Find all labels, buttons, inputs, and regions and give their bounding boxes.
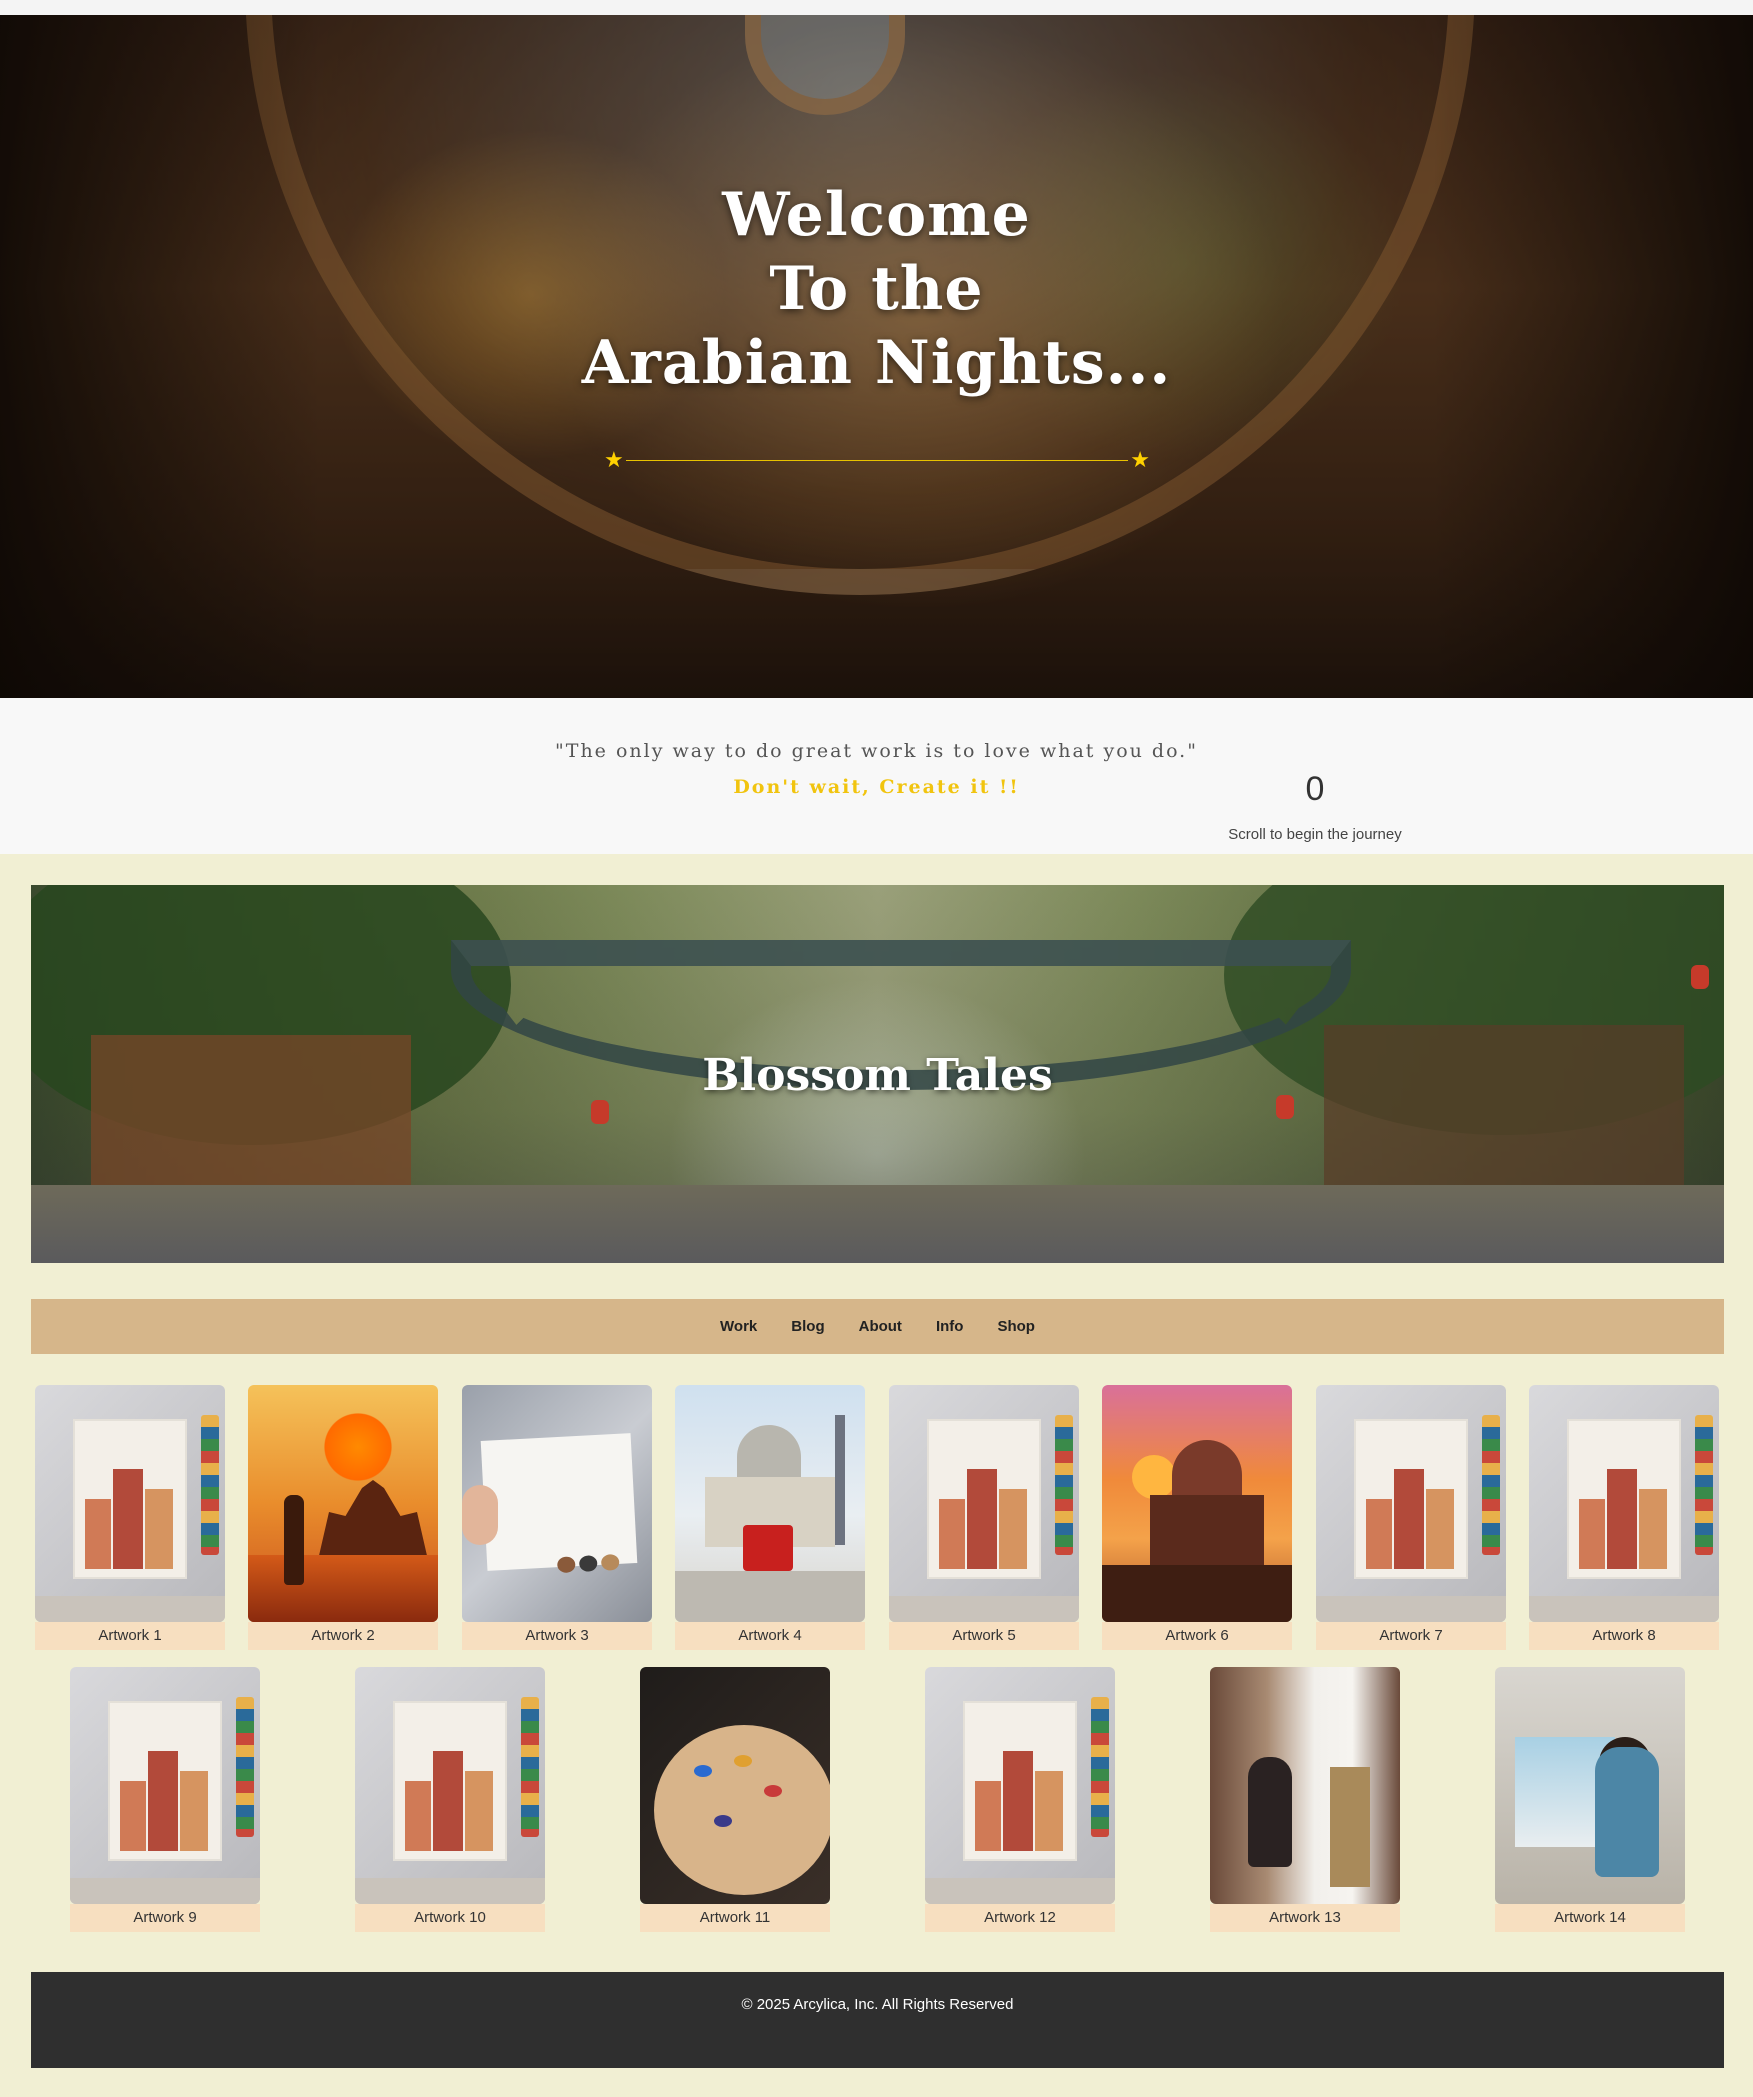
artwork-card[interactable]: Artwork 14 bbox=[1495, 1667, 1685, 1934]
nav-item-blog[interactable]: Blog bbox=[791, 1318, 824, 1335]
artwork-card[interactable]: Artwork 2 bbox=[248, 1385, 438, 1652]
nav-item-info[interactable]: Info bbox=[936, 1318, 964, 1335]
artwork-card[interactable]: Artwork 7 bbox=[1316, 1385, 1506, 1652]
artwork-image[interactable] bbox=[35, 1385, 225, 1622]
artwork-image[interactable] bbox=[355, 1667, 545, 1904]
scroll-hint: Scroll to begin the journey bbox=[1228, 826, 1402, 843]
nav-list: Work Blog About Info Shop bbox=[31, 1299, 1724, 1354]
artwork-image[interactable] bbox=[675, 1385, 865, 1622]
artwork-image[interactable] bbox=[925, 1667, 1115, 1904]
hero-title: Welcome To the Arabian Nights... bbox=[0, 178, 1753, 400]
artwork-card[interactable]: Artwork 1 bbox=[35, 1385, 225, 1652]
divider-line bbox=[626, 460, 1128, 461]
artwork-card[interactable]: Artwork 8 bbox=[1529, 1385, 1719, 1652]
nav-item-shop[interactable]: Shop bbox=[997, 1318, 1035, 1335]
artwork-image[interactable] bbox=[640, 1667, 830, 1904]
artwork-caption: Artwork 13 bbox=[1210, 1904, 1400, 1932]
artwork-caption: Artwork 10 bbox=[355, 1904, 545, 1932]
artwork-caption: Artwork 9 bbox=[70, 1904, 260, 1932]
artwork-image[interactable] bbox=[1529, 1385, 1719, 1622]
artwork-card[interactable]: Artwork 5 bbox=[889, 1385, 1079, 1652]
artwork-image[interactable] bbox=[889, 1385, 1079, 1622]
hero-title-line-1: Welcome bbox=[722, 180, 1031, 250]
artwork-caption: Artwork 2 bbox=[248, 1622, 438, 1650]
footer: © 2025 Arcylica, Inc. All Rights Reserve… bbox=[31, 1972, 1724, 2068]
artwork-image[interactable] bbox=[462, 1385, 652, 1622]
artwork-card[interactable]: Artwork 13 bbox=[1210, 1667, 1400, 1934]
lantern bbox=[1691, 965, 1709, 989]
artwork-card[interactable]: Artwork 9 bbox=[70, 1667, 260, 1934]
banner-road bbox=[31, 1185, 1724, 1263]
artwork-image[interactable] bbox=[1316, 1385, 1506, 1622]
artwork-caption: Artwork 4 bbox=[675, 1622, 865, 1650]
hero-divider: ★ ★ bbox=[604, 448, 1150, 472]
artwork-caption: Artwork 3 bbox=[462, 1622, 652, 1650]
quote-text: "The only way to do great work is to lov… bbox=[555, 740, 1198, 762]
artwork-card[interactable]: Artwork 4 bbox=[675, 1385, 865, 1652]
star-icon-left: ★ bbox=[604, 447, 624, 472]
artwork-image[interactable] bbox=[1495, 1667, 1685, 1904]
nav-item-work[interactable]: Work bbox=[720, 1318, 757, 1335]
artwork-card[interactable]: Artwork 10 bbox=[355, 1667, 545, 1934]
artwork-image[interactable] bbox=[70, 1667, 260, 1904]
artwork-caption: Artwork 1 bbox=[35, 1622, 225, 1650]
cta-text: Don't wait, Create it !! bbox=[733, 776, 1020, 798]
artwork-caption: Artwork 7 bbox=[1316, 1622, 1506, 1650]
hero-title-line-2: To the bbox=[769, 254, 984, 324]
artwork-card[interactable]: Artwork 6 bbox=[1102, 1385, 1292, 1652]
artwork-caption: Artwork 5 bbox=[889, 1622, 1079, 1650]
artwork-card[interactable]: Artwork 12 bbox=[925, 1667, 1115, 1934]
hero-title-line-3: Arabian Nights... bbox=[581, 328, 1172, 398]
artwork-card[interactable]: Artwork 3 bbox=[462, 1385, 652, 1652]
banner-title: Blossom Tales bbox=[702, 1050, 1053, 1101]
scroll-counter: 0 bbox=[1305, 770, 1325, 808]
artwork-caption: Artwork 8 bbox=[1529, 1622, 1719, 1650]
copyright-text: © 2025 Arcylica, Inc. All Rights Reserve… bbox=[741, 1996, 1014, 2013]
star-icon-right: ★ bbox=[1130, 447, 1150, 472]
artwork-caption: Artwork 11 bbox=[640, 1904, 830, 1932]
artwork-image[interactable] bbox=[1102, 1385, 1292, 1622]
artwork-caption: Artwork 12 bbox=[925, 1904, 1115, 1932]
artwork-card[interactable]: Artwork 11 bbox=[640, 1667, 830, 1934]
artwork-caption: Artwork 6 bbox=[1102, 1622, 1292, 1650]
artwork-caption: Artwork 14 bbox=[1495, 1904, 1685, 1932]
main-nav: Work Blog About Info Shop bbox=[31, 1299, 1724, 1354]
nav-item-about[interactable]: About bbox=[859, 1318, 902, 1335]
top-strip bbox=[0, 0, 1753, 15]
lantern bbox=[591, 1100, 609, 1124]
artwork-image[interactable] bbox=[248, 1385, 438, 1622]
artwork-image[interactable] bbox=[1210, 1667, 1400, 1904]
